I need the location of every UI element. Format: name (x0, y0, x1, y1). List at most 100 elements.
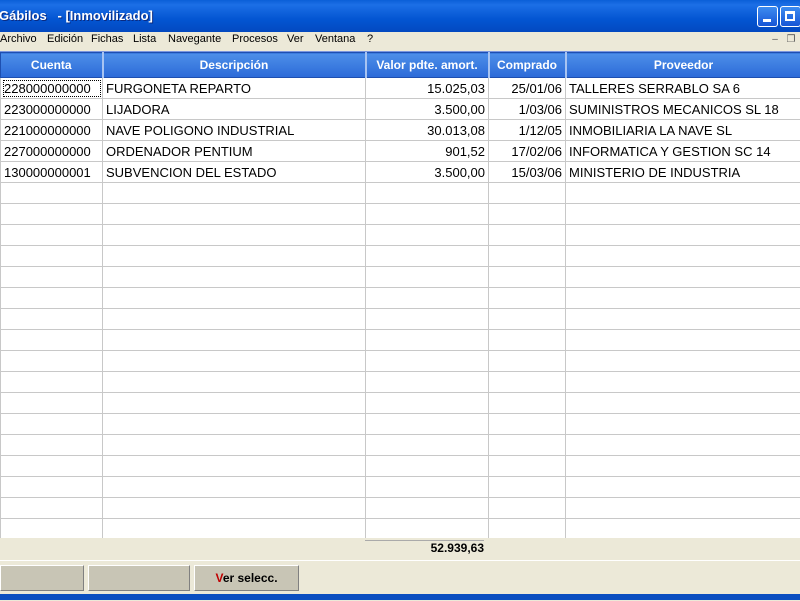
cell-valor[interactable] (366, 372, 489, 393)
cell-valor[interactable] (366, 351, 489, 372)
empty-row[interactable] (1, 435, 800, 456)
cell-valor[interactable] (366, 477, 489, 498)
cell-comprado[interactable] (489, 393, 566, 414)
cell-valor[interactable] (366, 330, 489, 351)
cell-descripcion[interactable]: LIJADORA (103, 99, 366, 120)
cell-descripcion[interactable] (103, 393, 366, 414)
menu-procesos[interactable]: Procesos (232, 33, 278, 45)
cell-cuenta[interactable] (1, 372, 103, 393)
header-valor[interactable]: Valor pdte. amort. (366, 53, 489, 78)
cell-proveedor[interactable] (566, 351, 800, 372)
cell-proveedor[interactable] (566, 372, 800, 393)
empty-row[interactable] (1, 498, 800, 519)
cell-cuenta[interactable] (1, 456, 103, 477)
cell-descripcion[interactable] (103, 288, 366, 309)
cell-comprado[interactable] (489, 477, 566, 498)
empty-row[interactable] (1, 267, 800, 288)
cell-proveedor[interactable]: MINISTERIO DE INDUSTRIA (566, 162, 800, 183)
cell-descripcion[interactable]: SUBVENCION DEL ESTADO (103, 162, 366, 183)
cell-comprado[interactable] (489, 267, 566, 288)
cell-proveedor[interactable]: INFORMATICA Y GESTION SC 14 (566, 141, 800, 162)
cell-valor[interactable] (366, 183, 489, 204)
cell-valor[interactable] (366, 456, 489, 477)
empty-row[interactable] (1, 246, 800, 267)
cell-cuenta[interactable]: 221000000000 (1, 120, 103, 141)
cell-proveedor[interactable] (566, 414, 800, 435)
cell-comprado[interactable] (489, 414, 566, 435)
cell-descripcion[interactable] (103, 477, 366, 498)
empty-row[interactable] (1, 414, 800, 435)
cell-comprado[interactable] (489, 519, 566, 540)
empty-row[interactable] (1, 372, 800, 393)
cell-proveedor[interactable] (566, 288, 800, 309)
cell-descripcion[interactable] (103, 456, 366, 477)
toolbar-button-1[interactable] (0, 565, 84, 591)
cell-descripcion[interactable]: NAVE POLIGONO INDUSTRIAL (103, 120, 366, 141)
cell-descripcion[interactable] (103, 246, 366, 267)
cell-cuenta[interactable] (1, 393, 103, 414)
empty-row[interactable] (1, 477, 800, 498)
cell-comprado[interactable]: 15/03/06 (489, 162, 566, 183)
table-row[interactable]: 228000000000FURGONETA REPARTO15.025,0325… (1, 78, 800, 99)
cell-valor[interactable] (366, 288, 489, 309)
empty-row[interactable] (1, 204, 800, 225)
cell-descripcion[interactable] (103, 183, 366, 204)
cell-comprado[interactable] (489, 351, 566, 372)
cell-cuenta[interactable] (1, 351, 103, 372)
table-row[interactable]: 130000000001SUBVENCION DEL ESTADO3.500,0… (1, 162, 800, 183)
cell-comprado[interactable] (489, 372, 566, 393)
cell-cuenta[interactable] (1, 288, 103, 309)
cell-comprado[interactable] (489, 246, 566, 267)
menu-lista[interactable]: Lista (133, 33, 156, 45)
toolbar-button-2[interactable] (88, 565, 190, 591)
empty-row[interactable] (1, 456, 800, 477)
empty-row[interactable] (1, 393, 800, 414)
empty-row[interactable] (1, 330, 800, 351)
cell-descripcion[interactable] (103, 309, 366, 330)
cell-valor[interactable]: 901,52 (366, 141, 489, 162)
empty-row[interactable] (1, 183, 800, 204)
cell-cuenta[interactable] (1, 330, 103, 351)
cell-valor[interactable] (366, 414, 489, 435)
cell-descripcion[interactable] (103, 267, 366, 288)
mdi-restore-icon[interactable]: ❐ (784, 34, 798, 47)
cell-descripcion[interactable] (103, 351, 366, 372)
empty-row[interactable] (1, 519, 800, 540)
cell-valor[interactable] (366, 519, 489, 540)
cell-proveedor[interactable] (566, 456, 800, 477)
cell-comprado[interactable]: 1/12/05 (489, 120, 566, 141)
cell-cuenta[interactable] (1, 414, 103, 435)
cell-valor[interactable] (366, 204, 489, 225)
cell-descripcion[interactable] (103, 225, 366, 246)
cell-valor[interactable] (366, 435, 489, 456)
cell-descripcion[interactable] (103, 435, 366, 456)
cell-comprado[interactable]: 1/03/06 (489, 99, 566, 120)
cell-valor[interactable]: 15.025,03 (366, 78, 489, 99)
cell-proveedor[interactable] (566, 246, 800, 267)
cell-cuenta[interactable]: 228000000000 (1, 78, 103, 99)
cell-cuenta[interactable] (1, 435, 103, 456)
cell-cuenta[interactable] (1, 204, 103, 225)
cell-valor[interactable] (366, 393, 489, 414)
cell-valor[interactable] (366, 267, 489, 288)
cell-comprado[interactable] (489, 435, 566, 456)
cell-cuenta[interactable] (1, 519, 103, 540)
cell-proveedor[interactable] (566, 435, 800, 456)
cell-descripcion[interactable] (103, 204, 366, 225)
menu-edicion[interactable]: Edición (47, 33, 83, 45)
cell-cuenta[interactable]: 130000000001 (1, 162, 103, 183)
cell-comprado[interactable] (489, 225, 566, 246)
cell-descripcion[interactable]: ORDENADOR PENTIUM (103, 141, 366, 162)
cell-comprado[interactable]: 17/02/06 (489, 141, 566, 162)
ver-selecc-button[interactable]: Ver selecc. (194, 565, 299, 591)
cell-valor[interactable] (366, 246, 489, 267)
cell-proveedor[interactable] (566, 183, 800, 204)
cell-cuenta[interactable] (1, 477, 103, 498)
cell-descripcion[interactable] (103, 519, 366, 540)
menu-help[interactable]: ? (367, 33, 373, 45)
cell-cuenta[interactable] (1, 246, 103, 267)
menu-ventana[interactable]: Ventana (315, 33, 355, 45)
cell-proveedor[interactable] (566, 330, 800, 351)
cell-descripcion[interactable] (103, 372, 366, 393)
cell-comprado[interactable] (489, 183, 566, 204)
